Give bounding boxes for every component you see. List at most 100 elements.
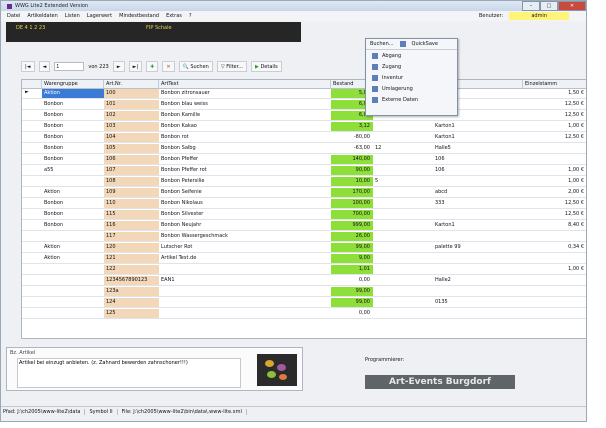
cell-bestand[interactable]: 100,00 (331, 199, 373, 208)
cell-artnr[interactable]: 103 (104, 122, 159, 131)
cell-warengruppe[interactable]: Bonbon (42, 155, 104, 164)
cell-arttext[interactable]: Lutscher Rot (159, 243, 331, 252)
cell-lagerort[interactable] (433, 254, 523, 263)
cell-warengruppe[interactable] (42, 265, 104, 274)
cell-extra[interactable] (373, 298, 433, 307)
cell-bestand[interactable]: -63,00 (331, 144, 373, 153)
cell-extra[interactable] (373, 287, 433, 296)
cell-bestand[interactable]: 170,00 (331, 188, 373, 197)
cell-arttext[interactable]: Bonbon rot (159, 133, 331, 142)
table-row[interactable]: Aktion 120 Lutscher Rot 99,00 palette 99 0,34… (22, 243, 586, 253)
cell-warengruppe[interactable] (42, 298, 104, 307)
cell-lagerort[interactable] (433, 309, 523, 318)
cell-lagerort[interactable]: Halle5 (433, 144, 523, 153)
menu-item-abgang[interactable]: Abgang (366, 50, 457, 61)
cell-einzelpreis[interactable] (523, 276, 586, 285)
cell-artnr[interactable]: 100 (104, 89, 159, 98)
cell-arttext[interactable] (159, 309, 331, 318)
cell-einzelpreis[interactable]: 12,50 € (523, 133, 586, 142)
cell-lagerort[interactable]: 106 (433, 155, 523, 164)
cell-lagerort[interactable]: 333 (433, 199, 523, 208)
quicksave-button[interactable]: QuickSave (412, 41, 438, 47)
delete-record-button[interactable]: ✕ (162, 61, 175, 72)
cell-lagerort[interactable]: 106 (433, 166, 523, 175)
cell-artnr[interactable]: 123a (104, 287, 159, 296)
cell-lagerort[interactable] (433, 210, 523, 219)
minimize-button[interactable]: – (522, 1, 540, 11)
table-row[interactable]: 122 1,01 1,00 € (22, 265, 586, 275)
menu-help[interactable]: ? (189, 13, 192, 19)
cell-bestand[interactable]: 1,01 (331, 265, 373, 274)
cell-artnr[interactable]: 108 (104, 177, 159, 186)
table-row[interactable]: ►Aktion100Bonbon zitronsauer5,001,50 € (22, 89, 586, 99)
cell-warengruppe[interactable] (42, 276, 104, 285)
cell-arttext[interactable]: Artikel Test.de (159, 254, 331, 263)
cell-warengruppe[interactable]: Aktion (42, 188, 104, 197)
cell-artnr[interactable]: 120 (104, 243, 159, 252)
cell-artnr[interactable]: 122 (104, 265, 159, 274)
cell-einzelpreis[interactable]: 1,00 € (523, 177, 586, 186)
cell-extra[interactable] (373, 276, 433, 285)
cell-extra[interactable]: 12 (373, 144, 433, 153)
cell-extra[interactable] (373, 210, 433, 219)
cell-warengruppe[interactable] (42, 309, 104, 318)
cell-bestand[interactable]: 0,00 (331, 309, 373, 318)
cell-warengruppe[interactable]: Bonbon (42, 199, 104, 208)
cell-einzelpreis[interactable]: 2,00 € (523, 188, 586, 197)
menu-mindestbestand[interactable]: Mindestbestand (119, 13, 159, 19)
cell-extra[interactable] (373, 199, 433, 208)
cell-arttext[interactable] (159, 287, 331, 296)
cell-artnr[interactable]: 101 (104, 100, 159, 109)
cell-arttext[interactable]: Bonbon Salbg (159, 144, 331, 153)
cell-bestand[interactable]: 99,00 (331, 287, 373, 296)
cell-arttext[interactable]: Bonbon Wassergeschmack (159, 232, 331, 241)
cell-bestand[interactable]: 99,00 (331, 298, 373, 307)
cell-einzelpreis[interactable]: 1,00 € (523, 265, 586, 274)
menu-item-externe-daten[interactable]: Externe Daten (366, 94, 457, 105)
cell-warengruppe[interactable]: Bonbon (42, 100, 104, 109)
cell-arttext[interactable]: Bonbon Nikolaus (159, 199, 331, 208)
cell-arttext[interactable] (159, 265, 331, 274)
table-row[interactable]: Bonbon102Bonbon Kamille6,003Halle312,50 … (22, 111, 586, 121)
table-row[interactable]: Bonbon 104 Bonbon rot -80,00 Karton1 12,50 € (22, 133, 586, 143)
cell-warengruppe[interactable]: Aktion (42, 89, 104, 98)
table-row[interactable]: 125 0,00 (22, 309, 586, 319)
table-row[interactable]: 123a 99,00 (22, 287, 586, 297)
page-input[interactable] (54, 62, 85, 71)
cell-bestand[interactable]: 90,00 (331, 166, 373, 175)
cell-einzelpreis[interactable]: 8,40 € (523, 221, 586, 230)
table-row[interactable]: 117 Bonbon Wassergeschmack 26,00 (22, 232, 586, 242)
cell-arttext[interactable]: Bonbon zitronsauer (159, 89, 331, 98)
cell-arttext[interactable] (159, 298, 331, 307)
menu-item-zugang[interactable]: Zugang (366, 61, 457, 72)
cell-lagerort[interactable] (433, 265, 523, 274)
cell-lagerort[interactable] (433, 287, 523, 296)
first-record-button[interactable]: |◄ (21, 61, 35, 72)
cell-bestand[interactable]: 9,00 (331, 254, 373, 263)
cell-artnr[interactable]: 121 (104, 254, 159, 263)
cell-lagerort[interactable]: Karton1 (433, 221, 523, 230)
memo-field[interactable]: Artikel bei einzugt anbieten. (z. Zahnar… (17, 358, 241, 388)
cell-artnr[interactable]: 125 (104, 309, 159, 318)
col-warengruppe[interactable]: Warengruppe (42, 80, 104, 89)
cell-bestand[interactable]: 26,00 (331, 232, 373, 241)
cell-warengruppe[interactable]: Bonbon (42, 111, 104, 120)
cell-warengruppe[interactable]: Aktion (42, 243, 104, 252)
cell-arttext[interactable]: Bonbon Silvester (159, 210, 331, 219)
cell-warengruppe[interactable]: Aktion (42, 254, 104, 263)
cell-lagerort[interactable]: Karton1 (433, 122, 523, 131)
cell-bestand[interactable]: 700,00 (331, 210, 373, 219)
table-row[interactable]: Bonbon 116 Bonbon Neujahr 999,00 Karton1 8,40… (22, 221, 586, 231)
cell-einzelpreis[interactable] (523, 155, 586, 164)
cell-lagerort[interactable]: abcd (433, 188, 523, 197)
cell-warengruppe[interactable] (42, 177, 104, 186)
cell-artnr[interactable]: 1234567890123 (104, 276, 159, 285)
cell-einzelpreis[interactable] (523, 287, 586, 296)
table-row[interactable]: Bonbon 110 Bonbon Nikolaus 100,00 333 12,50 € (22, 199, 586, 209)
cell-extra[interactable] (373, 166, 433, 175)
menu-item-umlagerung[interactable]: Umlagerung (366, 83, 457, 94)
cell-warengruppe[interactable]: Bonbon (42, 221, 104, 230)
cell-arttext[interactable]: Bonbon Pfeffer rot (159, 166, 331, 175)
last-record-button[interactable]: ►| (128, 61, 143, 72)
cell-bestand[interactable]: 99,00 (331, 243, 373, 252)
